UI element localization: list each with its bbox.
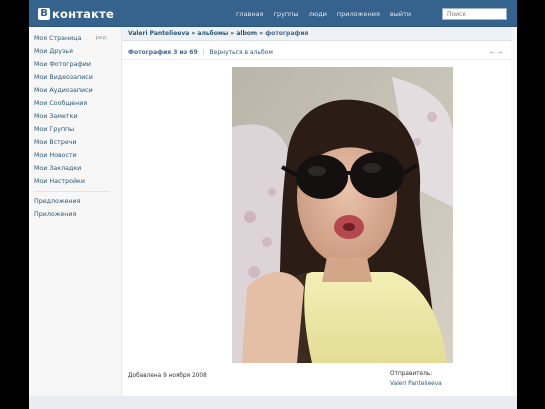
breadcrumb-albums[interactable]: альбомы [197, 30, 228, 37]
logo[interactable]: B контакте [38, 7, 114, 21]
photo-arrows[interactable]: ← → [490, 46, 502, 60]
sidebar: Моя Страница ред. Мои Друзья Мои Фотогра… [34, 32, 114, 221]
sidebar-item-news[interactable]: Мои Новости [34, 149, 114, 162]
breadcrumb-separator: » [230, 30, 235, 37]
search-input[interactable] [442, 8, 507, 20]
photo-bar-separator: | [202, 49, 205, 56]
photo-nav-bar: Фотография 3 из 69 | Вернуться в альбом … [122, 46, 512, 60]
sidebar-item-events[interactable]: Мои Встречи [34, 136, 114, 149]
top-nav: главная группы люди приложения выйти [236, 10, 421, 18]
photo-counter: Фотография 3 из 69 [128, 49, 198, 56]
sidebar-item-messages[interactable]: Мои Сообщения [34, 97, 114, 110]
breadcrumb-separator: » [259, 30, 264, 37]
sidebar-item-suggestions[interactable]: Предложения [34, 195, 114, 208]
sidebar-item-friends[interactable]: Мои Друзья [34, 45, 114, 58]
edit-link[interactable]: ред. [96, 32, 108, 45]
sidebar-item-label: Моя Страница [34, 35, 82, 42]
nav-logout[interactable]: выйти [390, 10, 411, 18]
nav-groups[interactable]: группы [274, 10, 299, 18]
sidebar-item-settings[interactable]: Мои Настройки [34, 175, 114, 188]
footer-bar [29, 396, 517, 409]
sidebar-divider [34, 191, 110, 192]
sender-name-link[interactable]: Valeri Pantelieeva [390, 381, 442, 387]
breadcrumb: Valeri Pantelieeva » альбомы » albom » ф… [122, 27, 512, 41]
nav-home[interactable]: главная [236, 10, 264, 18]
sidebar-item-audio[interactable]: Мои Аудиозаписи [34, 84, 114, 97]
top-header: B контакте главная группы люди приложени… [29, 0, 517, 27]
logo-text: контакте [52, 7, 114, 21]
breadcrumb-album[interactable]: albom [236, 30, 257, 37]
sidebar-item-notes[interactable]: Мои Заметки [34, 110, 114, 123]
vk-logo-icon: B [38, 8, 50, 20]
sidebar-item-bookmarks[interactable]: Мои Закладки [34, 162, 114, 175]
breadcrumb-separator: » [191, 30, 196, 37]
main-content: Valeri Pantelieeva » альбомы » albom » ф… [121, 27, 512, 409]
photo-viewer[interactable] [232, 67, 453, 363]
sidebar-item-videos[interactable]: Мои Видеозаписи [34, 71, 114, 84]
breadcrumb-current: фотография [265, 30, 309, 37]
sidebar-item-applications[interactable]: Приложения [34, 208, 114, 221]
photo-image [232, 67, 453, 363]
photo-added-date: Добавлена 9 ноября 2008 [128, 373, 207, 379]
back-to-album-link[interactable]: Вернуться в альбом [210, 49, 273, 56]
nav-apps[interactable]: приложения [337, 10, 380, 18]
sidebar-item-photos[interactable]: Мои Фотографии [34, 58, 114, 71]
breadcrumb-owner[interactable]: Valeri Pantelieeva [128, 30, 189, 37]
sidebar-item-my-page[interactable]: Моя Страница ред. [34, 32, 114, 45]
sender-label: Отправитель: [390, 371, 433, 377]
sidebar-item-groups[interactable]: Мои Группы [34, 123, 114, 136]
nav-people[interactable]: люди [309, 10, 327, 18]
page: B контакте главная группы люди приложени… [29, 0, 517, 409]
